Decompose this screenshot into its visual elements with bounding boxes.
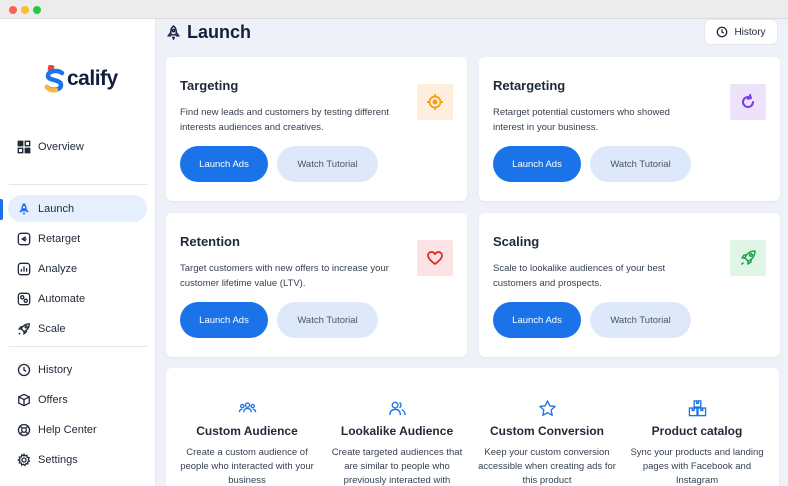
card-retention: Retention Target customers with new offe…: [166, 213, 467, 357]
card-description: Scale to lookalike audiences of your bes…: [493, 263, 666, 289]
feature-lookalike-audience[interactable]: Lookalike Audience Create targeted audie…: [322, 368, 472, 486]
feature-description: Sync your products and landing pages wit…: [630, 447, 764, 486]
sidebar-item-overview[interactable]: Overview: [8, 133, 147, 160]
watch-tutorial-button[interactable]: Watch Tutorial: [590, 302, 691, 338]
refresh-icon: [730, 84, 766, 120]
feature-description: Create a custom audience of people who i…: [180, 447, 314, 486]
box-icon: [16, 392, 31, 407]
sidebar-item-label: Scale: [38, 322, 66, 335]
card-title: Retention: [180, 234, 240, 249]
card-title: Retargeting: [493, 78, 566, 93]
feature-description: Create targeted audiences that are simil…: [331, 447, 463, 486]
clock-icon: [16, 362, 31, 377]
rocket-icon: [16, 201, 31, 216]
rocket-icon: [16, 321, 31, 336]
sidebar-item-analyze[interactable]: Analyze: [8, 255, 147, 282]
feature-description: Keep your custom conversion accessible w…: [478, 447, 616, 486]
sidebar-item-label: Settings: [38, 453, 78, 466]
clock-icon: [717, 26, 728, 38]
card-description: Retarget potential customers who showed …: [493, 107, 670, 133]
feature-product-catalog[interactable]: Product catalog Sync your products and l…: [622, 368, 772, 486]
feature-title: Product catalog: [651, 424, 743, 438]
sidebar-item-label: Help Center: [38, 423, 97, 436]
sidebar-item-history[interactable]: History: [8, 356, 147, 383]
minimize-window-button[interactable]: [21, 6, 29, 14]
active-indicator: [0, 199, 3, 220]
logo-mark-icon: [44, 65, 65, 93]
card-title: Scaling: [493, 234, 540, 249]
sidebar-item-settings[interactable]: Settings: [8, 446, 147, 473]
card-title: Targeting: [180, 78, 239, 93]
star-icon: [537, 398, 557, 418]
automate-icon: [16, 291, 31, 306]
feature-custom-conversion[interactable]: Custom Conversion Keep your custom conve…: [472, 368, 622, 486]
chart-icon: [16, 261, 31, 276]
retarget-icon: [16, 231, 31, 246]
card-targeting: Targeting Find new leads and customers b…: [166, 57, 467, 201]
people-group-icon: [237, 398, 257, 418]
card-description: Find new leads and customers by testing …: [180, 107, 389, 133]
launch-ads-button[interactable]: Launch Ads: [180, 302, 268, 338]
sidebar-item-label: Automate: [38, 292, 86, 305]
page-header: Launch: [166, 20, 251, 44]
sidebar-item-label: Retarget: [38, 232, 81, 245]
rocket-icon: [166, 24, 181, 40]
sidebar-item-label: Overview: [38, 140, 84, 153]
sidebar-item-scale[interactable]: Scale: [8, 315, 147, 342]
sidebar-item-help-center[interactable]: Help Center: [8, 416, 147, 443]
card-retargeting: Retargeting Retarget potential customers…: [479, 57, 780, 201]
users-icon: [387, 398, 407, 418]
close-window-button[interactable]: [9, 6, 17, 14]
maximize-window-button[interactable]: [33, 6, 41, 14]
logo-text: calify: [67, 67, 118, 90]
window-titlebar: [0, 0, 788, 19]
lifebuoy-icon: [16, 422, 31, 437]
sidebar-item-offers[interactable]: Offers: [8, 386, 147, 413]
sidebar-divider: [9, 346, 147, 347]
sidebar-item-automate[interactable]: Automate: [8, 285, 147, 312]
crosshair-icon: [417, 84, 453, 120]
heart-icon: [417, 240, 453, 276]
history-button[interactable]: History: [704, 19, 778, 45]
launch-ads-button[interactable]: Launch Ads: [180, 146, 268, 182]
rocket-icon: [730, 240, 766, 276]
card-scaling: Scaling Scale to lookalike audiences of …: [479, 213, 780, 357]
sidebar-item-label: Analyze: [38, 262, 78, 275]
sidebar-item-label: Launch: [38, 202, 75, 215]
sidebar-item-label: Offers: [38, 393, 68, 406]
logo[interactable]: calify: [44, 65, 118, 93]
feature-custom-audience[interactable]: Custom Audience Create a custom audience…: [172, 368, 322, 486]
feature-title: Custom Audience: [196, 424, 298, 438]
gear-icon: [16, 452, 31, 467]
boxes-icon: [687, 398, 707, 418]
card-description: Target customers with new offers to incr…: [180, 263, 389, 289]
sidebar-item-label: History: [38, 363, 73, 376]
watch-tutorial-button[interactable]: Watch Tutorial: [277, 146, 378, 182]
grid-icon: [16, 139, 31, 154]
watch-tutorial-button[interactable]: Watch Tutorial: [590, 146, 691, 182]
page-title: Launch: [187, 21, 252, 42]
watch-tutorial-button[interactable]: Watch Tutorial: [277, 302, 378, 338]
sidebar-item-launch[interactable]: Launch: [8, 195, 147, 222]
features-panel: Custom Audience Create a custom audience…: [166, 368, 779, 486]
history-button-label: History: [734, 26, 766, 38]
feature-title: Custom Conversion: [489, 424, 604, 438]
sidebar-item-retarget[interactable]: Retarget: [8, 225, 147, 252]
launch-ads-button[interactable]: Launch Ads: [493, 302, 581, 338]
feature-title: Lookalike Audience: [340, 424, 454, 438]
sidebar-divider: [9, 184, 147, 185]
launch-ads-button[interactable]: Launch Ads: [493, 146, 581, 182]
